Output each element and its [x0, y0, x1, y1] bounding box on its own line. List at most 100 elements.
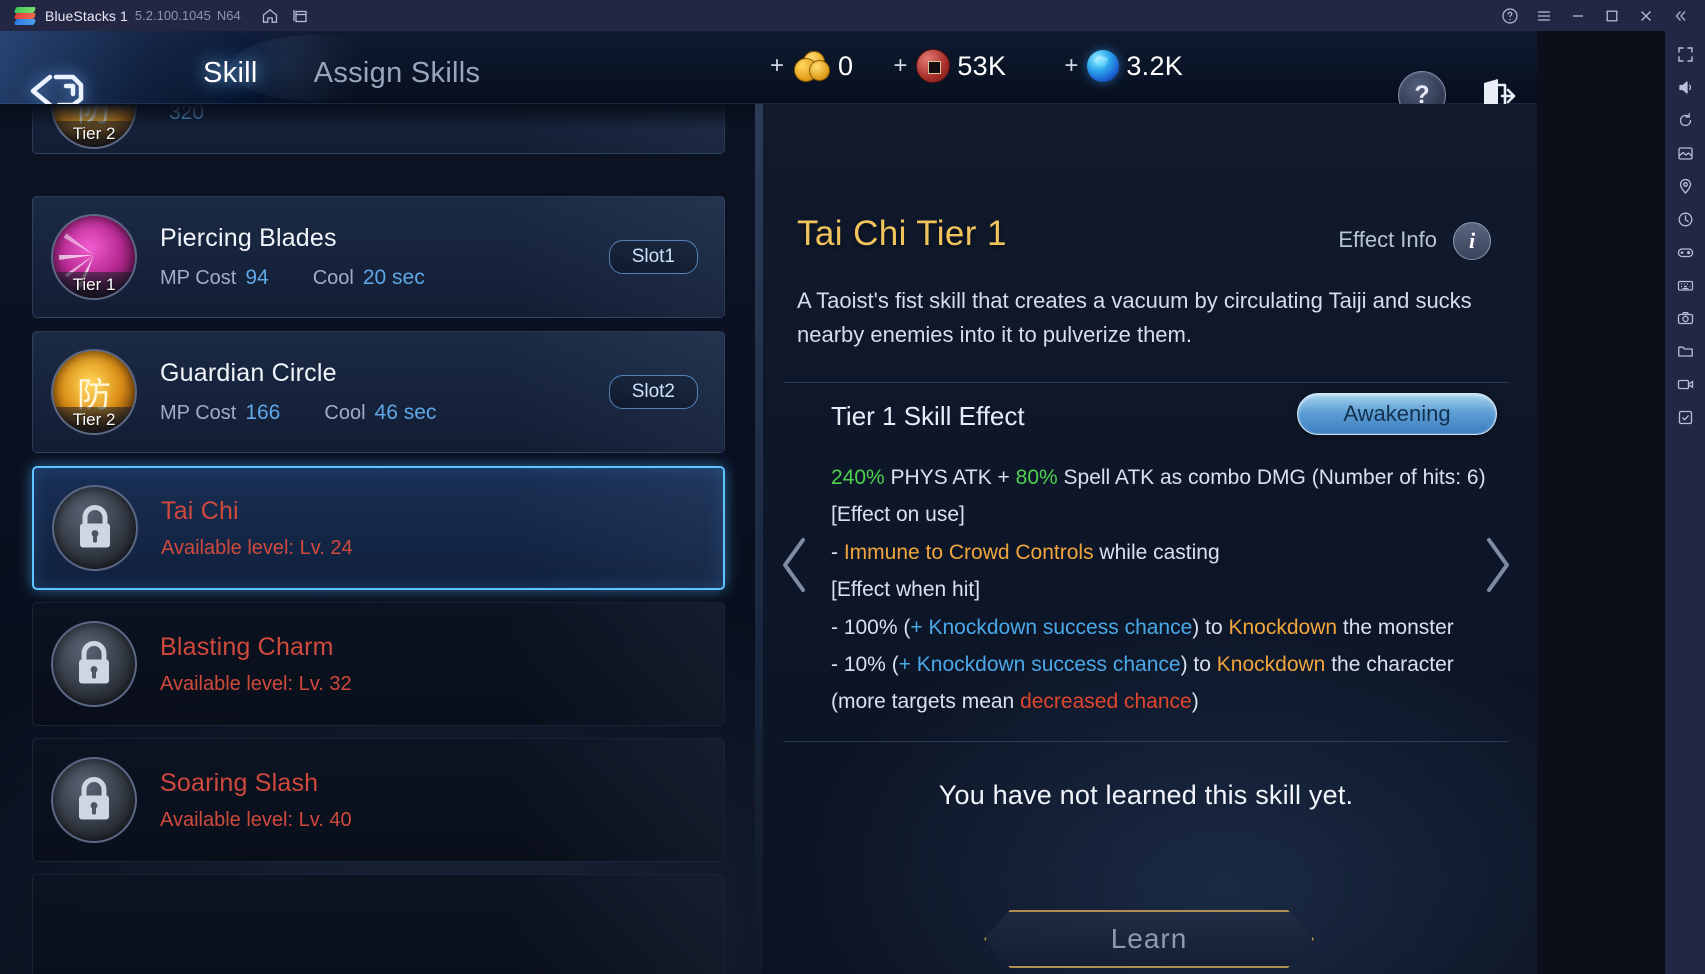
skill-stats: MP Cost 94 Cool 20 sec	[160, 266, 609, 290]
skill-stats: 320	[160, 104, 724, 125]
bluestacks-titlebar: BlueStacks 1 5.2.100.1045 N64	[0, 0, 1705, 31]
skill-name: Guardian Circle	[160, 359, 337, 387]
list-item[interactable]: Blasting Charm Available level: Lv. 32	[32, 602, 725, 726]
help-icon[interactable]	[1495, 3, 1525, 29]
skill-list[interactable]: 防 Tier 2 320 Tier 1 Piercing Blades MP C…	[0, 104, 755, 974]
lock-icon	[72, 502, 118, 557]
close-icon[interactable]	[1631, 3, 1661, 29]
skill-info: 320	[160, 104, 724, 125]
effect-segment: )	[1191, 690, 1199, 714]
app-arch: N64	[216, 8, 241, 23]
skill-icon: 防 Tier 2	[51, 349, 137, 435]
list-item[interactable]: 防 Tier 2 320	[32, 104, 725, 154]
chevron-right-icon[interactable]	[1479, 534, 1515, 596]
effect-segment: while casting	[1093, 540, 1220, 564]
fullscreen-icon[interactable]	[1670, 39, 1700, 69]
skill-tier-badge: Tier 2	[53, 121, 135, 147]
skill-info: Guardian Circle MP Cost 166 Cool 46 sec	[160, 359, 609, 425]
app-version: 5.2.100.1045	[134, 8, 211, 23]
tab-skill[interactable]: Skill	[175, 47, 286, 100]
cool-value: 46 sec	[374, 401, 437, 424]
effect-line: [Effect on use]	[831, 496, 1491, 533]
skill-name: Soaring Slash	[160, 768, 319, 797]
record-icon[interactable]	[1670, 369, 1700, 399]
effect-segment: (more targets mean	[831, 690, 1021, 714]
list-item[interactable]: Soaring Slash Available level: Lv. 40	[32, 738, 725, 862]
chevron-left-icon[interactable]	[777, 534, 813, 596]
info-icon[interactable]: i	[1453, 222, 1491, 260]
mp-cost-label: MP Cost	[160, 267, 237, 289]
effect-line: 240% PHYS ATK + 80% Spell ATK as combo D…	[831, 459, 1491, 496]
camera-icon[interactable]	[1670, 303, 1700, 333]
skill-info: Tai Chi Available level: Lv. 24	[161, 497, 723, 560]
skill-icon-locked	[52, 485, 138, 571]
keyboard-icon[interactable]	[1670, 270, 1700, 300]
effect-segment: -	[831, 540, 844, 564]
learn-button[interactable]: Learn	[984, 910, 1314, 968]
list-item[interactable]: Tier 1 Piercing Blades MP Cost 94 Cool 2…	[32, 196, 725, 318]
skill-available-level: Available level: Lv. 32	[160, 672, 352, 695]
mp-cost-label: MP Cost	[160, 402, 237, 424]
effect-segment: Spell ATK as combo DMG (Number of hits: …	[1057, 466, 1486, 489]
location-icon[interactable]	[1670, 171, 1700, 201]
effect-segment: [Effect when hit]	[831, 578, 981, 602]
effect-segment: - 100% (	[831, 615, 911, 639]
screenshot-icon[interactable]	[1670, 138, 1700, 168]
effect-segment: decreased chance	[1020, 690, 1192, 714]
lock-icon	[71, 774, 117, 829]
effect-line: [Effect when hit]	[831, 571, 1491, 608]
skill-name: Blasting Charm	[160, 632, 334, 661]
hamburger-menu-icon[interactable]	[1529, 3, 1559, 29]
home-icon[interactable]	[255, 3, 285, 29]
folder-icon[interactable]	[1670, 336, 1700, 366]
list-item-selected[interactable]: Tai Chi Available level: Lv. 24	[32, 466, 725, 590]
effect-line: - Immune to Crowd Controls while casting	[831, 534, 1491, 571]
multi-instance-icon[interactable]	[285, 3, 315, 29]
add-gold-icon[interactable]: +	[770, 54, 784, 78]
tab-assign-skills[interactable]: Assign Skills	[286, 47, 509, 100]
add-red-coin-icon[interactable]: +	[893, 54, 907, 78]
skill-tier-badge: Tier 2	[53, 407, 135, 433]
effect-segment: the character	[1325, 652, 1454, 676]
minimize-icon[interactable]	[1563, 3, 1593, 29]
gem-value: 3.2K	[1126, 50, 1184, 81]
red-coin-value: 53K	[957, 50, 1007, 81]
app-title: BlueStacks 1	[45, 7, 128, 24]
effect-segment: + Knockdown success chance	[898, 652, 1181, 676]
effect-segment: [Effect on use]	[831, 503, 965, 527]
game-viewport: Skill Assign Skills + 0 + 53K + 3.2K ? 防…	[0, 31, 1537, 974]
skill-available-level: Available level: Lv. 40	[160, 808, 352, 831]
red-coin-icon	[916, 49, 951, 83]
awakening-button[interactable]: Awakening	[1297, 393, 1497, 435]
skill-description: A Taoist's fist skill that creates a vac…	[797, 288, 1472, 348]
volume-icon[interactable]	[1670, 72, 1700, 102]
effect-segment: Immune to Crowd Controls	[843, 540, 1094, 564]
skill-icon: 防 Tier 2	[51, 104, 137, 149]
rotate-icon[interactable]	[1670, 105, 1700, 135]
effect-segment: 80%	[1015, 466, 1058, 489]
effect-info-label[interactable]: Effect Info	[1338, 227, 1437, 253]
skill-stats: MP Cost 166 Cool 46 sec	[160, 401, 609, 425]
script-icon[interactable]	[1670, 402, 1700, 432]
gamepad-icon[interactable]	[1670, 237, 1700, 267]
clock-icon[interactable]	[1670, 204, 1700, 234]
list-item[interactable]	[32, 874, 725, 974]
skill-icon-locked	[51, 621, 137, 707]
skill-effect-heading: Tier 1 Skill Effect	[831, 401, 1025, 431]
cool-label: Cool	[324, 402, 366, 424]
currency-red-coin[interactable]: + 53K	[893, 49, 1064, 83]
list-item[interactable]: 防 Tier 2 Guardian Circle MP Cost 166 Coo…	[32, 331, 725, 453]
collapse-sidebar-icon[interactable]	[1665, 3, 1695, 29]
effect-lines: 240% PHYS ATK + 80% Spell ATK as combo D…	[831, 459, 1491, 721]
slot-tag[interactable]: Slot2	[608, 375, 698, 409]
currency-gem[interactable]: + 3.2K	[1064, 50, 1183, 82]
skill-info: Piercing Blades MP Cost 94 Cool 20 sec	[160, 224, 609, 290]
effect-segment: ) to	[1192, 615, 1229, 639]
currency-gold[interactable]: + 0	[770, 50, 893, 83]
skill-info: Soaring Slash Available level: Lv. 40	[160, 769, 724, 832]
effect-segment: Knockdown	[1228, 615, 1338, 639]
slot-tag[interactable]: Slot1	[608, 240, 698, 274]
add-gem-icon[interactable]: +	[1064, 54, 1078, 78]
maximize-icon[interactable]	[1597, 3, 1627, 29]
effect-segment: PHYS ATK +	[884, 466, 1016, 489]
